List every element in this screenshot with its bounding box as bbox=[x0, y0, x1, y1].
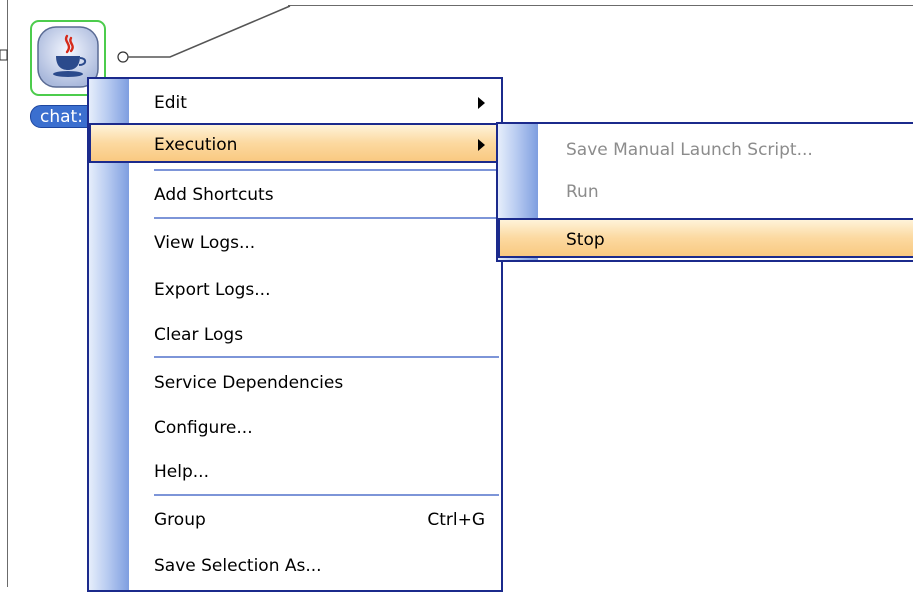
menu-item-label: Save Selection As... bbox=[154, 556, 322, 576]
menu-item-edit[interactable]: Edit bbox=[91, 83, 499, 123]
menu-item-add-shortcuts[interactable]: Add Shortcuts bbox=[91, 175, 499, 215]
menu-item-label: Stop bbox=[566, 230, 605, 250]
menu-item-help[interactable]: Help... bbox=[91, 452, 499, 492]
menu-item-stop[interactable]: Stop bbox=[498, 218, 913, 258]
execution-submenu: Save Manual Launch Script... Run Stop bbox=[496, 122, 913, 262]
menu-item-configure[interactable]: Configure... bbox=[91, 408, 499, 448]
menu-item-group[interactable]: Group Ctrl+G bbox=[91, 500, 499, 540]
connection-line bbox=[128, 5, 291, 58]
menu-item-label: Edit bbox=[154, 93, 187, 113]
menu-item-execution[interactable]: Execution bbox=[89, 123, 501, 163]
menu-item-label: Execution bbox=[154, 135, 238, 155]
submenu-arrow-icon bbox=[478, 139, 485, 151]
submenu-arrow-icon bbox=[478, 97, 485, 109]
menu-item-label: View Logs... bbox=[154, 233, 256, 253]
menu-item-label: Service Dependencies bbox=[154, 373, 344, 393]
menu-item-label: Help... bbox=[154, 462, 209, 482]
output-port[interactable] bbox=[117, 51, 129, 63]
menu-separator bbox=[154, 494, 499, 496]
menu-item-label: Save Manual Launch Script... bbox=[566, 140, 813, 160]
context-menu: Edit Execution Add Shortcuts View Logs..… bbox=[87, 77, 503, 592]
menu-item-label: Add Shortcuts bbox=[154, 185, 274, 205]
menu-separator bbox=[154, 169, 499, 171]
menu-item-label: Configure... bbox=[154, 418, 253, 438]
menu-item-run: Run bbox=[500, 172, 913, 212]
menu-item-service-dependencies[interactable]: Service Dependencies bbox=[91, 363, 499, 403]
menu-item-label: Export Logs... bbox=[154, 280, 271, 300]
menu-item-label: Clear Logs bbox=[154, 325, 244, 345]
menu-item-clear-logs[interactable]: Clear Logs bbox=[91, 315, 499, 355]
shortcut-label: Ctrl+G bbox=[427, 510, 485, 530]
menu-separator bbox=[154, 217, 499, 219]
menu-item-export-logs[interactable]: Export Logs... bbox=[91, 270, 499, 310]
menu-item-save-selection[interactable]: Save Selection As... bbox=[91, 546, 499, 586]
menu-separator bbox=[154, 356, 499, 358]
input-port[interactable] bbox=[0, 49, 8, 61]
menu-item-save-manual-launch-script: Save Manual Launch Script... bbox=[500, 130, 913, 170]
menu-item-view-logs[interactable]: View Logs... bbox=[91, 223, 499, 263]
menu-item-label: Group bbox=[154, 510, 206, 530]
menu-item-label: Run bbox=[566, 182, 599, 202]
